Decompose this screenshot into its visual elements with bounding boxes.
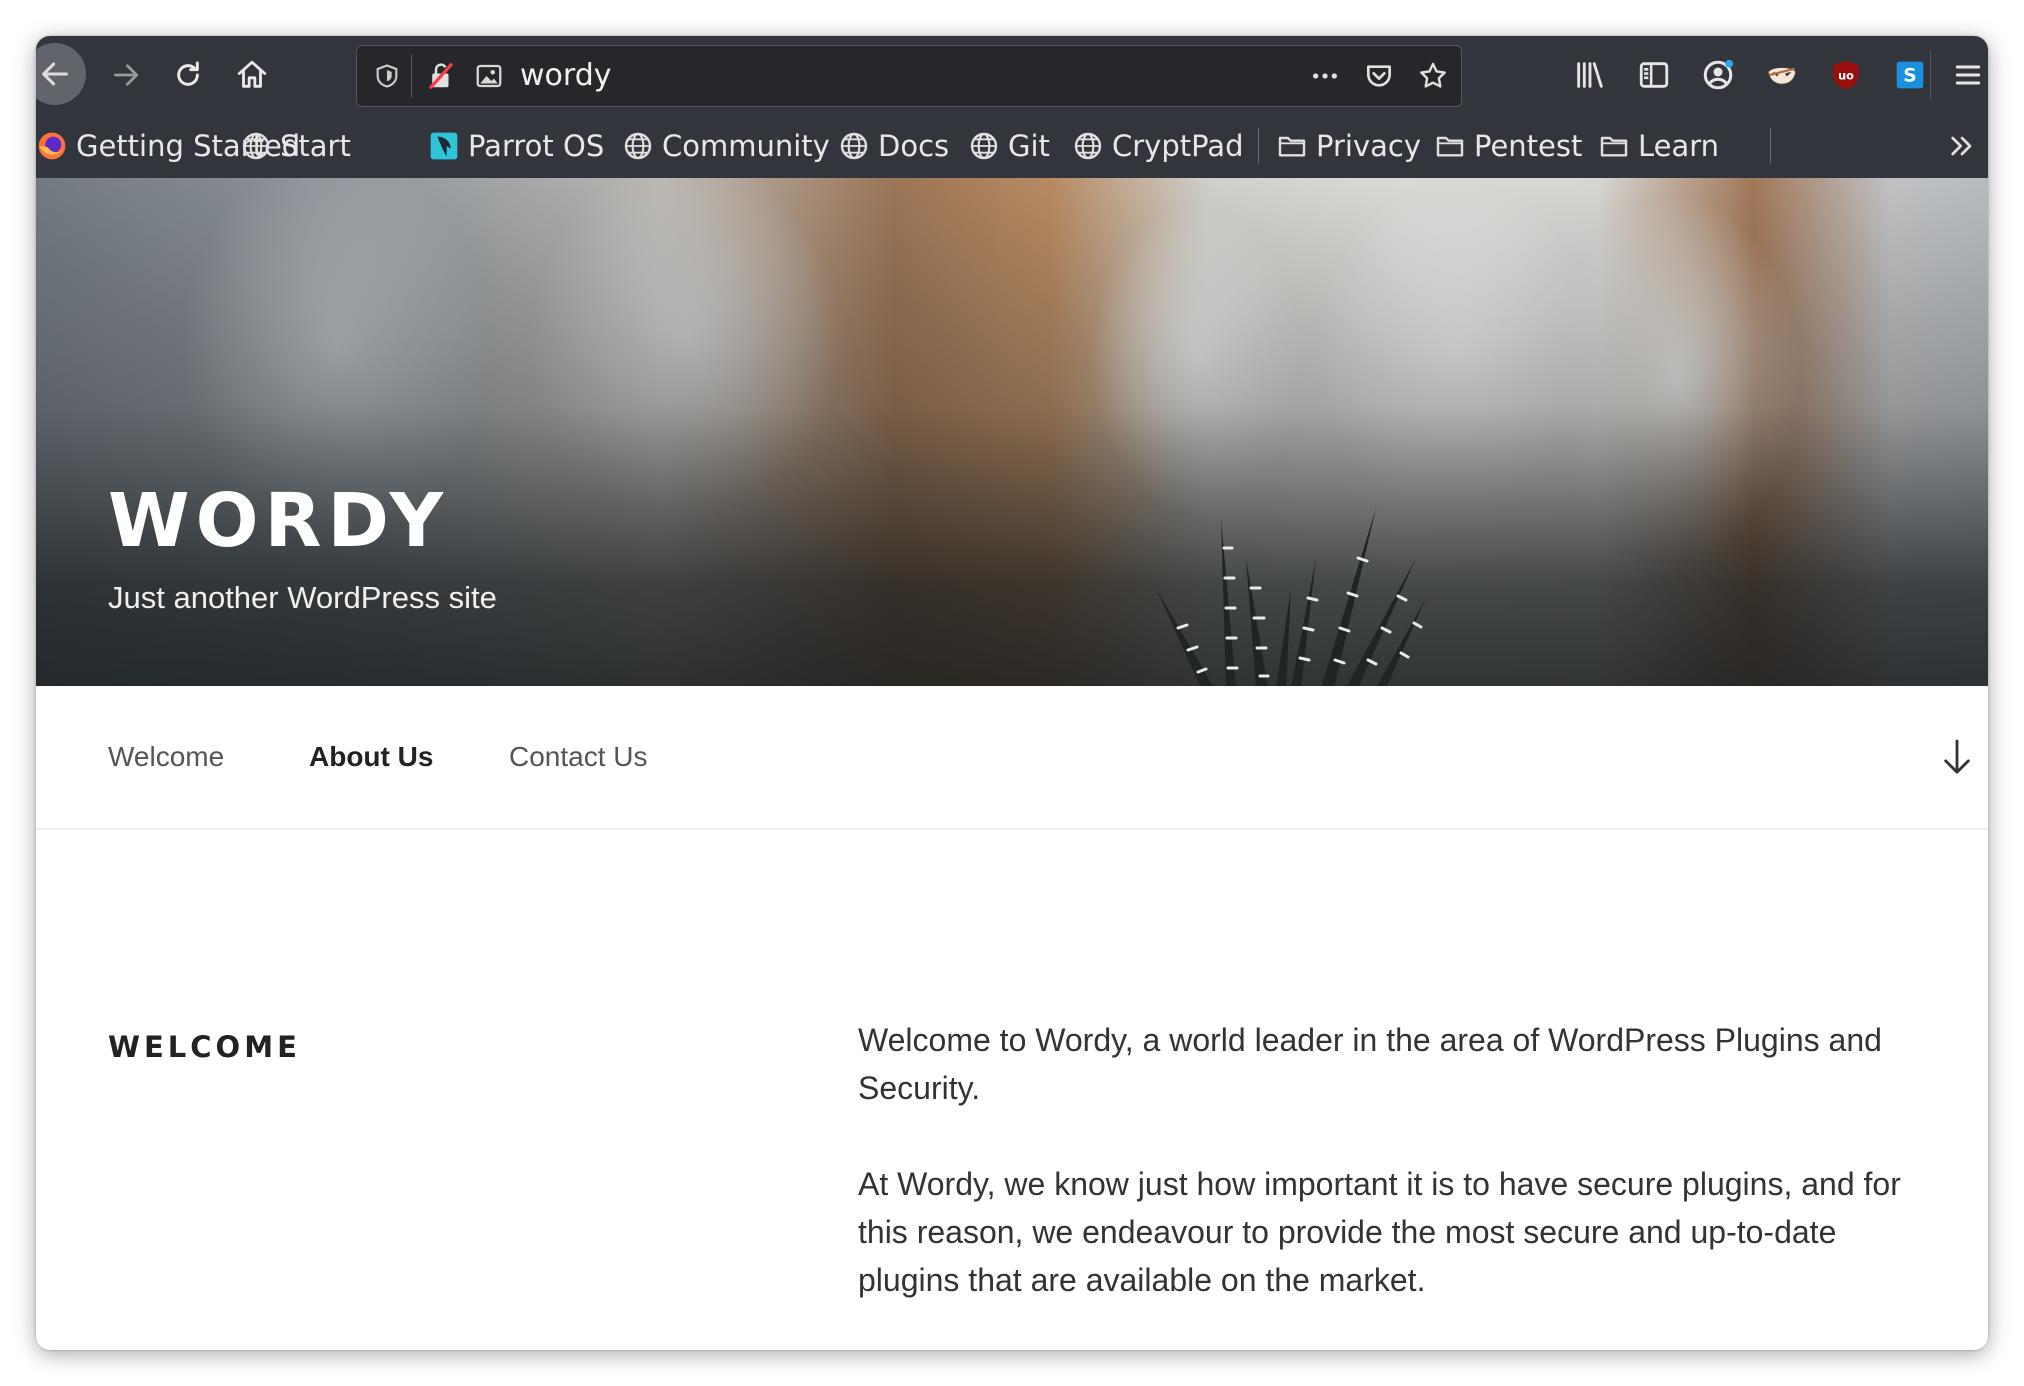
plant-image (1156, 508, 1426, 686)
bookmarks-overflow-icon (1951, 136, 1972, 156)
bookmark-docs[interactable]: Docs (838, 114, 949, 178)
ublock-origin-icon: uo (1833, 60, 1859, 90)
more-actions-icon[interactable] (1305, 46, 1345, 106)
back-arrow-icon (42, 62, 68, 86)
bookmark-git[interactable]: Git (968, 114, 1050, 178)
s-extension-icon: S (1896, 61, 1924, 89)
bookmark-folder-learn[interactable]: Learn (1598, 114, 1719, 178)
home-icon (237, 60, 267, 88)
library-button[interactable] (1566, 36, 1614, 114)
bookmark-label: Community (662, 129, 830, 163)
image-permission-icon[interactable] (469, 46, 509, 106)
bookmark-star-icon[interactable] (1413, 46, 1453, 106)
ublock-origin-button[interactable]: uo (1822, 36, 1870, 114)
account-icon (1703, 59, 1734, 90)
bookmark-label: Git (1008, 129, 1050, 163)
site-title[interactable]: WORDY (108, 478, 449, 564)
account-button[interactable] (1694, 36, 1742, 114)
bookmark-label: Start (280, 129, 351, 163)
bookmark-start[interactable]: Start (240, 114, 351, 178)
bookmark-label: CryptPad (1112, 129, 1244, 163)
page-title: WELCOME (108, 1030, 301, 1064)
toolbar-separator (1930, 50, 1931, 100)
bookmark-label: Docs (878, 129, 950, 163)
globe-icon (968, 130, 1000, 162)
bookmark-label: Privacy (1316, 129, 1421, 163)
mask-extension-icon (1766, 66, 1798, 86)
sidebar-icon (1639, 62, 1669, 88)
forward-arrow-icon (114, 64, 138, 86)
globe-icon (240, 130, 272, 162)
site-header-image: WORDY Just another WordPress site (36, 178, 1988, 686)
url-bar[interactable]: wordy (356, 45, 1462, 107)
globe-icon (838, 130, 870, 162)
bookmark-cryptpad[interactable]: CryptPad (1072, 114, 1243, 178)
bookmark-separator (1770, 128, 1771, 164)
bookmark-label: Pentest (1474, 129, 1583, 163)
nav-item-contact-us[interactable]: Contact Us (509, 686, 648, 828)
bookmark-folder-privacy[interactable]: Privacy (1276, 114, 1421, 178)
bookmark-parrot-os[interactable]: Parrot OS (428, 114, 604, 178)
reload-icon (177, 61, 199, 86)
bookmarks-overflow-button[interactable] (1946, 114, 1978, 178)
reload-button[interactable] (160, 36, 216, 114)
bookmark-label: Learn (1638, 129, 1720, 163)
bookmark-community[interactable]: Community (622, 114, 830, 178)
s-extension-button[interactable]: S (1886, 36, 1934, 114)
mask-extension-button[interactable] (1758, 36, 1806, 114)
intro-paragraph: Welcome to Wordy, a world leader in the … (858, 1022, 1882, 1106)
arrow-down-icon (1944, 739, 1970, 774)
folder-icon (1598, 130, 1630, 162)
back-button[interactable] (36, 43, 86, 105)
menu-button[interactable] (1946, 36, 1988, 114)
browser-toolbar: wordy uo S (36, 36, 1988, 114)
nav-item-about-us[interactable]: About Us (309, 686, 433, 828)
browser-window: wordy uo S Getting Started Start Parrot … (36, 36, 1988, 1350)
bookmark-label: Parrot OS (468, 129, 605, 163)
svg-text:S: S (1903, 66, 1916, 87)
url-separator (411, 54, 412, 98)
main-navigation: Welcome About Us Contact Us (36, 686, 1988, 830)
home-button[interactable] (224, 36, 280, 114)
tracking-shield-icon[interactable] (367, 46, 407, 106)
scroll-down-button[interactable] (1940, 738, 1974, 783)
folder-icon (1276, 130, 1308, 162)
insecure-connection-icon[interactable] (421, 46, 461, 106)
site-tagline: Just another WordPress site (108, 580, 497, 615)
hamburger-menu-icon (1955, 65, 1981, 85)
folder-icon (1434, 130, 1466, 162)
nav-item-welcome[interactable]: Welcome (108, 686, 224, 828)
bookmark-folder-pentest[interactable]: Pentest (1434, 114, 1582, 178)
library-icon (1577, 62, 1603, 88)
page-content: WELCOME Welcome to Wordy, a world leader… (36, 830, 1988, 1350)
firefox-icon (36, 130, 68, 162)
sidebar-button[interactable] (1630, 36, 1678, 114)
globe-icon (622, 130, 654, 162)
pocket-icon[interactable] (1359, 46, 1399, 106)
forward-button[interactable] (98, 36, 154, 114)
url-text[interactable]: wordy (520, 46, 612, 106)
svg-text:uo: uo (1838, 68, 1854, 82)
parrot-icon (428, 130, 460, 162)
globe-icon (1072, 130, 1104, 162)
bookmarks-toolbar: Getting Started Start Parrot OS Communit… (36, 114, 1988, 178)
bookmark-separator (1258, 128, 1259, 164)
mission-paragraph: At Wordy, we know just how important it … (858, 1166, 1901, 1298)
